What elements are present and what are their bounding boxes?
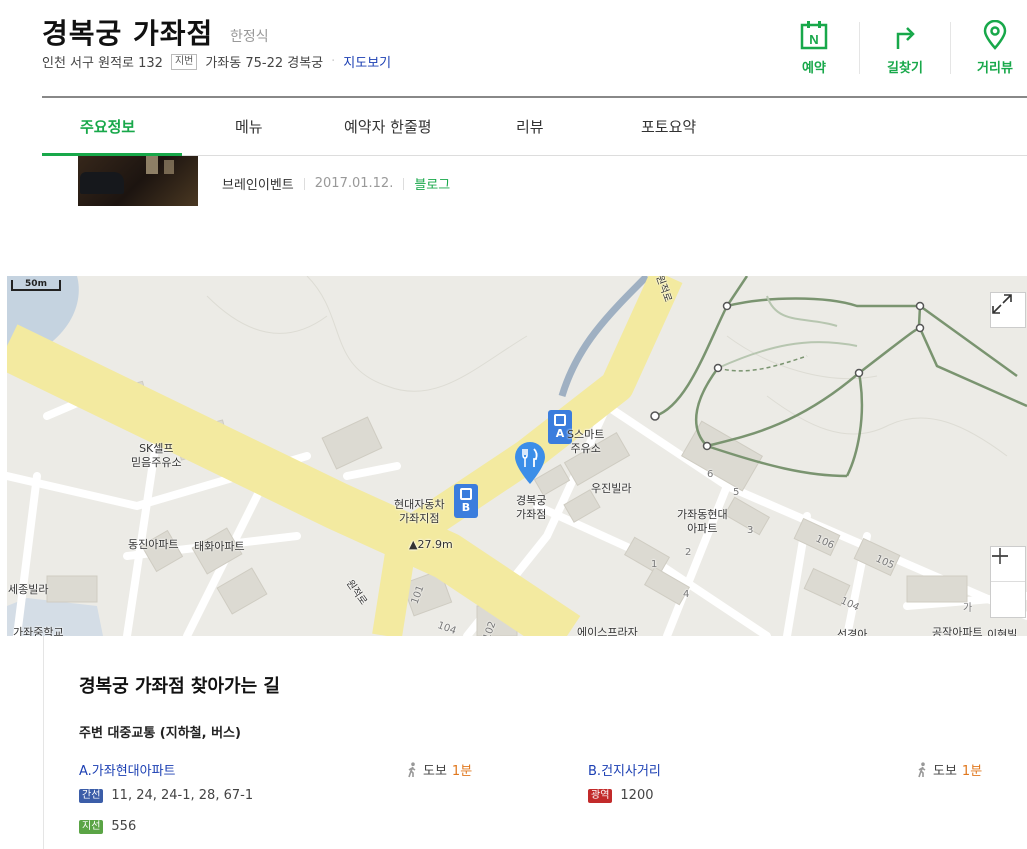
map-label-restaurant: 경복궁 가좌점 (516, 494, 547, 521)
jibun-tag: 지번 (170, 53, 198, 70)
walk-label: 도보 (423, 764, 447, 779)
map-label-gajwa-hyundai-apt: 가좌동현대 아파트 (677, 508, 728, 535)
map-expand-button[interactable] (990, 292, 1026, 328)
bus-icon (554, 414, 566, 426)
blog-source-link[interactable]: 블로그 (414, 174, 450, 193)
fork-knife-pin-icon (515, 442, 545, 484)
map-label-bldg-4: 4 (683, 589, 690, 600)
bus-icon (460, 488, 472, 500)
bus-stop-letter: A (555, 427, 565, 440)
blog-meta: 브레인이벤트 2017.01.12. 블로그 (222, 174, 450, 193)
active-tab-indicator (42, 153, 182, 156)
map-view-link[interactable]: 지도보기 (343, 52, 391, 71)
map-label-bldg-5: 5 (733, 487, 740, 498)
tab-reviewer-comments[interactable]: 예약자 한줄평 (344, 116, 432, 137)
stop-a-name[interactable]: A.가좌현대아파트 (79, 760, 176, 779)
map-label-sejong-villa: 세종빌라 (8, 583, 49, 596)
meta-divider (403, 177, 405, 190)
map-label-ace-plaza: 에이스프라자 (577, 626, 638, 636)
bus-stop-b-marker[interactable]: B (454, 484, 478, 518)
stop-b-letter: B. (588, 764, 602, 779)
map-label-seongyeong: 선경아 (837, 628, 868, 636)
map-label-bldg-6: 6 (707, 469, 714, 480)
stop-a-label: 가좌현대아파트 (91, 764, 176, 779)
location-pin-icon (960, 18, 1027, 52)
map-label-ujin-villa: 우진빌라 (591, 482, 632, 495)
directions-panel: 경복궁 가좌점 찾아가는 길 주변 대중교통 (지하철, 버스) A.가좌현대아… (43, 636, 1027, 849)
walk-minutes: 1분 (451, 764, 473, 779)
route-row-metro: 광역 1200 (588, 788, 654, 803)
place-title: 경복궁 가좌점 (42, 17, 214, 50)
map-zoom-control (990, 546, 1026, 618)
tab-bar: 주요정보 메뉴 예약자 한줄평 리뷰 포토요약 (42, 98, 1027, 156)
map-label-bldg-3: 3 (747, 525, 754, 536)
map-scale: 50m (11, 280, 61, 291)
calendar-n-icon: N (779, 18, 849, 52)
jibun-address: 가좌동 75-22 경복궁 (205, 56, 324, 71)
turn-arrow-icon (870, 18, 940, 52)
address-separator: · (331, 54, 336, 69)
tab-menu[interactable]: 메뉴 (235, 116, 263, 137)
route-row-branch: 지선 556 (79, 819, 136, 834)
reserve-label: 예약 (802, 61, 826, 76)
map-label-sk-gas: SK셀프 믿음주유소 (131, 442, 182, 469)
tab-main-info[interactable]: 주요정보 (80, 116, 135, 137)
route-row-trunk: 간선 11, 24, 24-1, 28, 67-1 (79, 788, 253, 803)
place-category: 한정식 (230, 29, 269, 45)
street-view-button[interactable]: 거리뷰 (960, 18, 1027, 82)
map-label-gajwa-middle-school: 가좌중학교 (13, 626, 64, 636)
restaurant-pin[interactable] (513, 441, 547, 485)
address-row: 인천 서구 원적로 132 지번 가좌동 75-22 경복궁 · 지도보기 (42, 52, 391, 71)
route-numbers: 556 (111, 819, 137, 834)
stop-b-walk: 도보 1분 (916, 760, 982, 779)
map-label-bldg-1: 1 (651, 559, 658, 570)
walk-icon (918, 761, 926, 777)
route-type-badge: 간선 (79, 788, 104, 803)
walk-minutes: 1분 (961, 764, 983, 779)
transit-heading: 주변 대중교통 (지하철, 버스) (79, 726, 241, 741)
map-label-smart-gas: S스마트 주유소 (567, 428, 605, 455)
route-numbers: 11, 24, 24-1, 28, 67-1 (111, 788, 254, 803)
directions-title: 경복궁 가좌점 찾아가는 길 (79, 676, 280, 697)
route-numbers: 1200 (620, 788, 654, 803)
bus-stop-letter: B (461, 501, 471, 514)
tab-reviews[interactable]: 리뷰 (516, 116, 544, 137)
map-label-hyundai-motors: 현대자동차 가좌지점 (394, 498, 445, 525)
map-label-bldg-2: 2 (685, 547, 692, 558)
map-label-ga: 가 (963, 603, 973, 614)
tab-photo-summary[interactable]: 포토요약 (641, 116, 696, 137)
zoom-out-button[interactable] (991, 555, 1025, 617)
stop-a-walk: 도보 1분 (406, 760, 472, 779)
directions-label: 길찾기 (887, 61, 923, 76)
blog-author: 브레인이벤트 (222, 178, 294, 193)
map-label-dongjin-apt: 동진아파트 (128, 538, 179, 551)
reserve-icon-letter: N (809, 32, 818, 47)
route-type-badge: 지선 (79, 819, 104, 834)
expand-icon (992, 294, 1012, 314)
stop-b-name[interactable]: B.건지사거리 (588, 760, 661, 779)
directions-button[interactable]: 길찾기 (870, 18, 940, 82)
reserve-button[interactable]: N 예약 (779, 18, 849, 82)
map-label-gongjak-apt: 공작아파트 (932, 626, 983, 636)
location-map[interactable]: 50m A B SK셀프 믿음주유소 S스마트 주유소 동진아파트 태화아파트 세종… (7, 276, 1027, 636)
blog-date: 2017.01.12. (314, 176, 394, 191)
meta-divider (303, 177, 305, 190)
walk-label: 도보 (933, 764, 957, 779)
map-label-elevation: ▲27.9m (409, 538, 453, 551)
street-view-label: 거리뷰 (977, 61, 1013, 76)
action-divider (950, 22, 951, 74)
walk-icon (408, 761, 416, 777)
minus-icon (992, 555, 1008, 557)
map-label-taehwa-apt: 태화아파트 (194, 540, 245, 553)
place-header: 경복궁 가좌점 한정식 인천 서구 원적로 132 지번 가좌동 75-22 경… (0, 0, 1027, 96)
action-divider (859, 22, 860, 74)
map-label-inhyeon: 이현빌 (987, 628, 1018, 636)
stop-a-letter: A. (79, 764, 92, 779)
road-address: 인천 서구 원적로 132 (42, 56, 163, 71)
stop-b-label: 건지사거리 (601, 764, 661, 779)
route-type-badge: 광역 (588, 788, 613, 803)
